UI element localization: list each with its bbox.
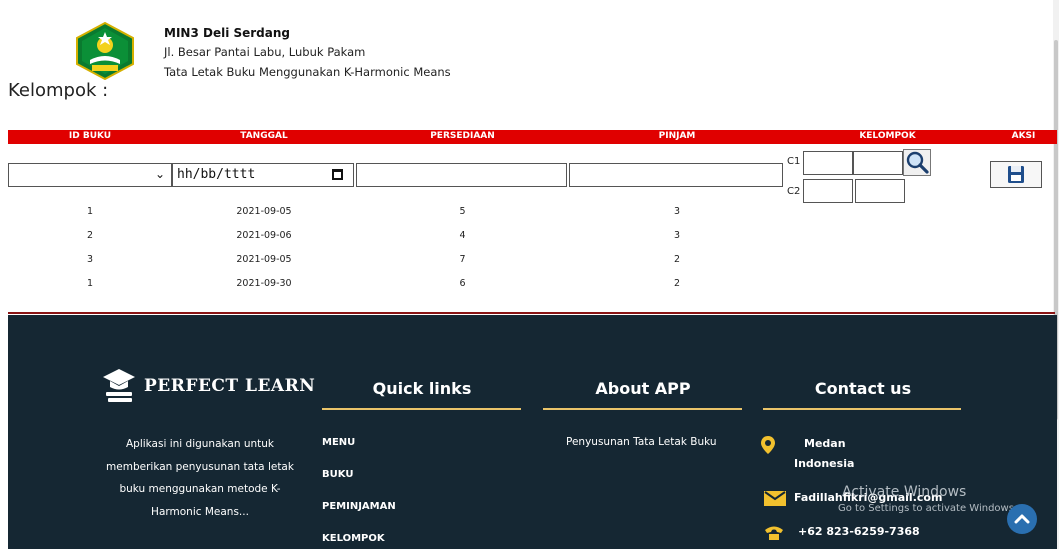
activate-windows-title: Activate Windows [842,484,967,500]
column-header-date: TANGGAL [240,131,288,141]
stock-input[interactable] [356,163,567,187]
quick-links-heading: Quick links [372,379,472,398]
column-header-action: AKSI [1011,131,1036,141]
column-header-group: KELOMPOK [859,131,916,141]
school-address: Jl. Besar Pantai Labu, Lubuk Pakam [164,45,366,59]
c2-input-a[interactable] [803,179,853,203]
about-text: Penyusunan Tata Letak Buku [566,436,717,448]
chevron-down-icon: ⌄ [154,167,165,181]
chevron-up-icon [1014,514,1030,524]
footer-link-buku[interactable]: BUKU [322,469,353,480]
cell-id: 1 [86,278,94,289]
app-title: Tata Letak Buku Menggunakan K-Harmonic M… [164,65,451,79]
column-header-loan: PINJAM [658,131,696,141]
cell-id: 3 [86,254,94,265]
footer-link-kelompok[interactable]: KELOMPOK [322,533,385,544]
graduation-cap-icon [103,369,135,402]
cell-date: 2021-09-05 [236,254,292,265]
back-to-top-button[interactable] [1007,504,1037,534]
date-placeholder: hh/bb/tttt [177,167,256,182]
search-icon [906,151,929,174]
column-header-stock: PERSEDIAAN [430,131,495,141]
table-row: 3 2021-09-05 7 2 [0,250,1059,270]
footer-link-menu[interactable]: MENU [322,437,355,448]
contact-city: Medan [804,437,846,450]
calendar-icon[interactable] [332,169,343,180]
c1-input-a[interactable] [803,151,853,175]
save-button[interactable] [990,161,1042,188]
site-footer: PERFECT LEARN Quick links About APP Cont… [8,315,1057,549]
ministry-emblem-icon [74,21,136,81]
page: MIN3 Deli Serdang Jl. Besar Pantai Labu,… [0,0,1059,549]
book-id-select[interactable]: ⌄ [8,163,172,187]
cell-id: 1 [86,206,94,217]
column-header-id: ID BUKU [68,131,112,141]
cell-date: 2021-09-06 [236,230,292,241]
date-input[interactable]: hh/bb/tttt [172,163,354,187]
map-pin-icon [761,436,775,454]
search-button[interactable] [903,149,931,176]
table-row: 2 2021-09-06 4 3 [0,226,1059,246]
section-heading: Kelompok : [8,80,109,101]
loan-input[interactable] [569,163,783,187]
table-row: 1 2021-09-30 6 2 [0,274,1059,294]
contact-country: Indonesia [794,457,855,470]
c1-label: C1 [787,156,801,167]
table-header: ID BUKU TANGGAL PERSEDIAAN PINJAM KELOMP… [8,130,1057,144]
cell-stock: 6 [459,278,466,289]
brand-name: PERFECT LEARN [144,376,316,396]
c2-input-b[interactable] [855,179,905,203]
app-description: Aplikasi ini digunakan untuk memberikan … [106,438,294,518]
section-divider [8,312,1055,314]
footer-brand[interactable]: PERFECT LEARN [102,367,315,405]
floppy-disk-icon [1008,166,1024,183]
school-name: MIN3 Deli Serdang [164,26,290,40]
cell-loan: 2 [673,254,681,265]
cell-loan: 2 [673,278,681,289]
about-underline [543,408,742,410]
contact-underline [763,408,961,410]
table-row: 1 2021-09-05 5 3 [0,202,1059,222]
cell-loan: 3 [673,206,681,217]
cell-id: 2 [86,230,94,241]
cell-stock: 7 [459,254,466,265]
footer-link-peminjaman[interactable]: PEMINJAMAN [322,501,396,512]
cell-stock: 4 [459,230,466,241]
about-heading: About APP [595,379,691,398]
contact-heading: Contact us [814,379,912,398]
cell-date: 2021-09-30 [236,278,292,289]
c2-label: C2 [787,186,801,197]
cell-stock: 5 [459,206,466,217]
envelope-icon [764,491,786,506]
cell-date: 2021-09-05 [236,206,292,217]
activate-windows-subtitle: Go to Settings to activate Windows. [838,503,1018,514]
cell-loan: 3 [673,230,681,241]
c1-input-b[interactable] [853,151,903,175]
contact-phone[interactable]: +62 823-6259-7368 [798,525,920,538]
quick-links-underline [322,408,521,410]
telephone-icon [765,526,783,540]
